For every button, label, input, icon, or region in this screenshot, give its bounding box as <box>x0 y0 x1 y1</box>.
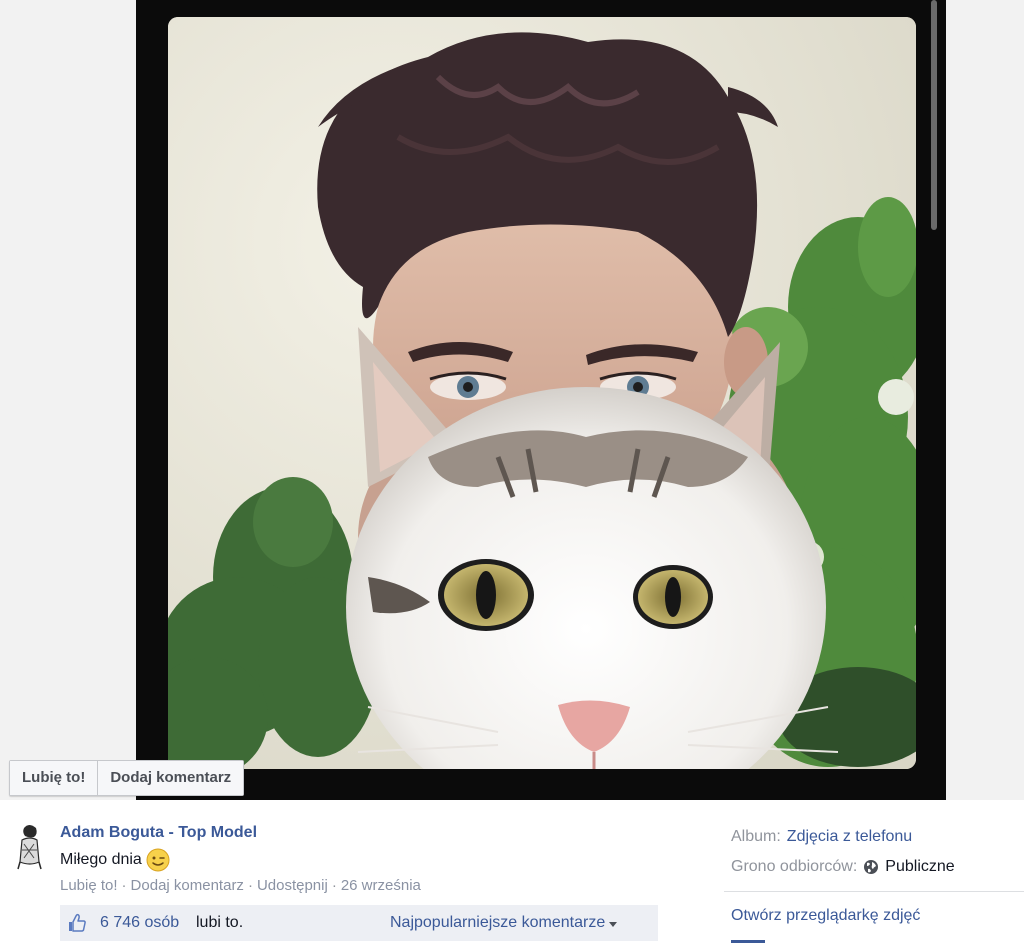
meta-share-link[interactable]: Udostępnij <box>257 877 328 894</box>
meta-separator: · <box>331 877 337 894</box>
photo-viewer <box>0 0 1024 800</box>
side-divider <box>724 891 1024 892</box>
likes-bar: 6 746 osób lubi to. Najpopularniejsze ko… <box>60 905 658 941</box>
meta-comment-link[interactable]: Dodaj komentarz <box>131 877 244 894</box>
post-caption: Miłego dnia <box>60 848 170 872</box>
clipped-side-link[interactable] <box>731 936 771 944</box>
photo-illustration <box>168 17 916 769</box>
photo-action-buttons: Lubię to! Dodaj komentarz <box>9 760 245 796</box>
meta-separator: · <box>247 877 253 894</box>
post-date-link[interactable]: 26 września <box>341 877 421 894</box>
globe-icon[interactable] <box>863 859 879 875</box>
post-author[interactable]: Adam Boguta - Top Model <box>60 824 257 842</box>
album-row: Album: Zdjęcia z telefonu <box>731 822 955 852</box>
avatar[interactable] <box>10 822 48 870</box>
avatar-image <box>10 822 48 870</box>
caption-text: Miłego dnia <box>60 851 142 868</box>
add-comment-button[interactable]: Dodaj komentarz <box>97 761 244 795</box>
photo-side-info: Album: Zdjęcia z telefonu Grono odbiorcó… <box>731 822 955 882</box>
audience-key: Grono odbiorców: <box>731 858 858 875</box>
album-key: Album: <box>731 828 781 845</box>
meta-like-link[interactable]: Lubię to! <box>60 877 118 894</box>
post-photo[interactable] <box>168 17 916 769</box>
open-photo-viewer-link[interactable]: Otwórz przeglądarkę zdjęć <box>731 907 920 925</box>
likes-suffix: lubi to. <box>196 914 244 931</box>
thumbs-up-icon <box>69 913 86 932</box>
scrollbar-thumb[interactable] <box>931 0 937 230</box>
like-button[interactable]: Lubię to! <box>10 761 98 795</box>
album-link[interactable]: Zdjęcia z telefonu <box>787 828 912 846</box>
audience-value[interactable]: Publiczne <box>885 858 954 876</box>
post-meta: Lubię to! · Dodaj komentarz · Udostępnij · 26 … <box>60 877 421 894</box>
likes-count-link[interactable]: 6 746 osób <box>100 914 179 932</box>
wink-emoji-icon <box>146 848 170 872</box>
caret-down-icon <box>609 921 618 927</box>
meta-separator: · <box>121 877 127 894</box>
audience-row: Grono odbiorców: Publiczne <box>731 852 955 882</box>
comments-sort-dropdown[interactable]: Najpopularniejsze komentarze <box>390 914 618 932</box>
comments-sort-label: Najpopularniejsze komentarze <box>390 914 606 931</box>
